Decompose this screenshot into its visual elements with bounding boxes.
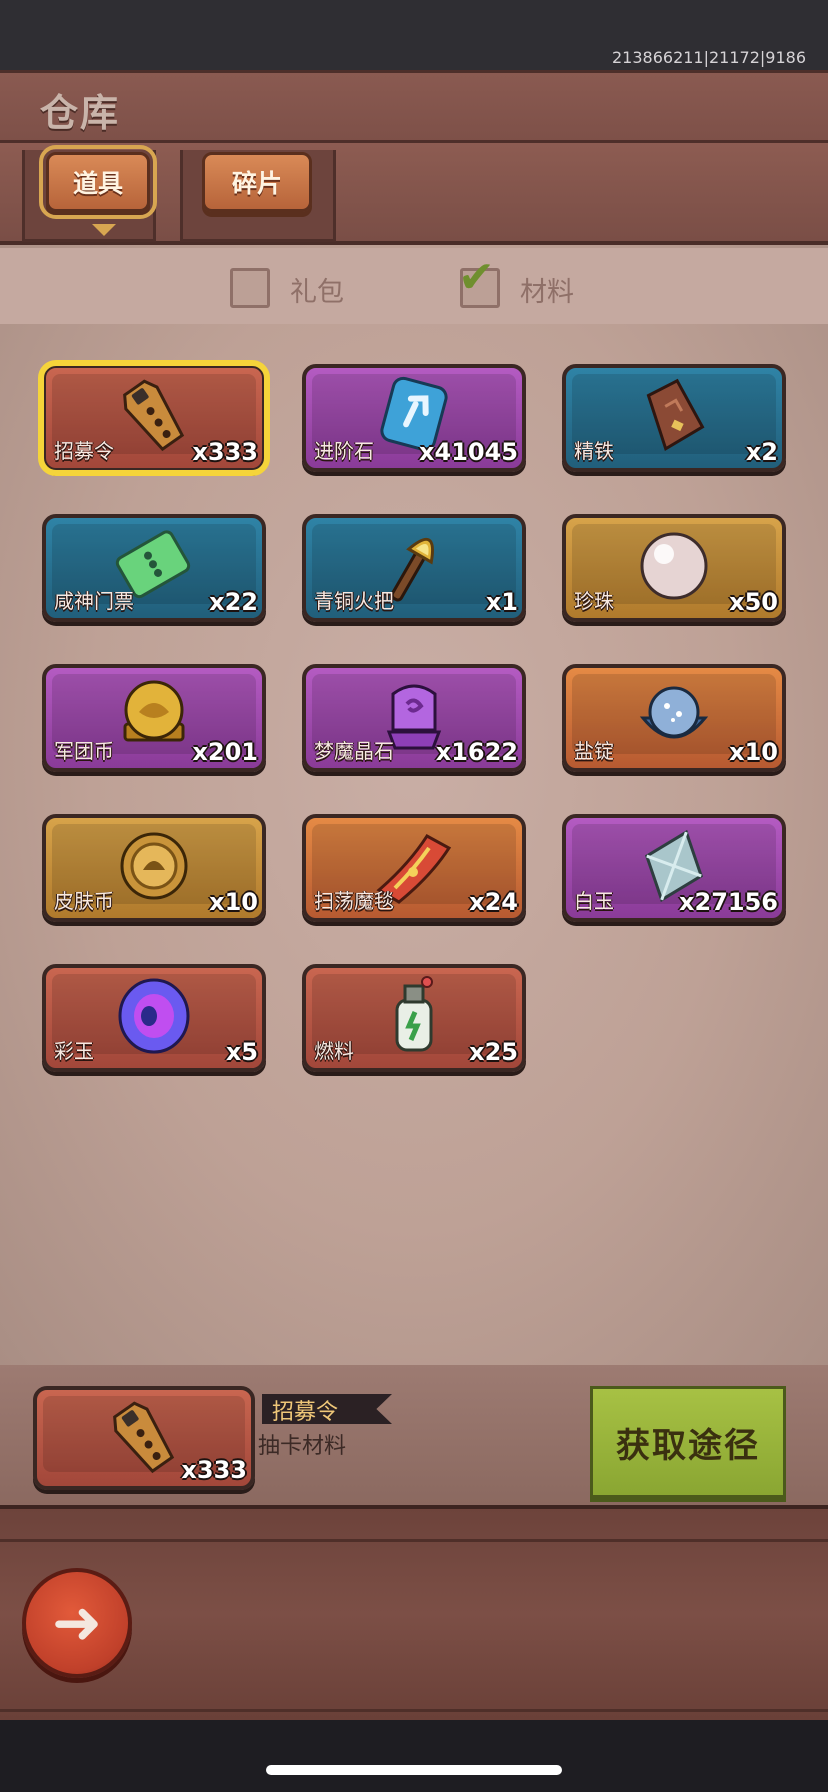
item-count: x201 xyxy=(192,738,258,766)
item-card[interactable]: 皮肤币 x10 xyxy=(42,814,266,922)
fuel-bottle-icon xyxy=(395,976,433,1052)
filter-bar xyxy=(0,248,828,324)
item-card[interactable]: 彩玉 x5 xyxy=(42,964,266,1072)
tab-pointer xyxy=(92,224,116,236)
item-card[interactable]: 珍珠 x50 xyxy=(562,514,786,622)
selected-item-name: 招募令 xyxy=(272,1400,339,1425)
item-count: x41045 xyxy=(419,438,518,466)
item-count: x1 xyxy=(485,588,518,616)
item-name: 青铜火把 xyxy=(314,589,394,613)
item-name: 白玉 xyxy=(574,889,614,913)
tab-items[interactable]: 道具 xyxy=(39,145,157,219)
skin-coin-icon xyxy=(120,832,188,900)
item-count: x25 xyxy=(469,1038,518,1066)
back-arrow-icon: ➜ xyxy=(51,1588,103,1658)
item-name: 军团币 xyxy=(54,739,114,763)
plank-line xyxy=(0,1539,828,1542)
item-name: 燃料 xyxy=(314,1039,354,1063)
coffin-token-icon xyxy=(123,379,185,452)
back-button[interactable]: ➜ xyxy=(22,1568,132,1678)
selected-item-card: x333 xyxy=(33,1386,255,1490)
selected-item-count: x333 xyxy=(181,1456,247,1484)
check-icon: ✔ xyxy=(458,252,495,303)
home-indicator[interactable] xyxy=(266,1765,562,1775)
item-count: x2 xyxy=(745,438,778,466)
item-card[interactable]: 进阶石 x41045 xyxy=(302,364,526,472)
legion-coin-icon xyxy=(123,680,185,742)
item-card[interactable]: 军团币 x201 xyxy=(42,664,266,772)
item-name: 扫荡魔毯 xyxy=(314,889,394,913)
item-name: 盐锭 xyxy=(574,739,614,763)
item-card[interactable]: 招募令 x333 xyxy=(38,360,270,476)
bottom-strip xyxy=(0,1720,828,1792)
get-source-button[interactable]: 获取途径 xyxy=(590,1386,786,1498)
item-name: 彩玉 xyxy=(54,1039,94,1063)
coffin-token-icon xyxy=(113,1401,175,1474)
item-count: x10 xyxy=(209,888,258,916)
item-count: x27156 xyxy=(679,888,778,916)
iron-ingot-icon xyxy=(646,378,705,452)
item-card[interactable]: 咸神门票 x22 xyxy=(42,514,266,622)
item-name: 招募令 xyxy=(54,439,114,463)
filter-gift-checkbox[interactable] xyxy=(230,268,270,308)
item-count: x10 xyxy=(729,738,778,766)
item-name: 珍珠 xyxy=(574,589,614,613)
page-title: 仓库 xyxy=(40,91,121,135)
item-card[interactable]: 燃料 x25 xyxy=(302,964,526,1072)
item-count: x1622 xyxy=(435,738,518,766)
plank-line xyxy=(0,1709,828,1712)
filter-gift-label[interactable]: 礼包 xyxy=(290,270,344,309)
item-count: x50 xyxy=(729,588,778,616)
item-name: 皮肤币 xyxy=(54,889,114,913)
item-count: x5 xyxy=(225,1038,258,1066)
item-card[interactable]: 白玉 x27156 xyxy=(562,814,786,922)
pearl-icon xyxy=(640,532,708,600)
item-count: x333 xyxy=(192,438,258,466)
debug-id: 213866211|21172|9186 xyxy=(611,48,806,67)
item-count: x22 xyxy=(209,588,258,616)
item-name: 精铁 xyxy=(574,439,614,463)
item-name: 咸神门票 xyxy=(54,589,134,613)
header xyxy=(0,70,828,150)
item-card[interactable]: 扫荡魔毯 x24 xyxy=(302,814,526,922)
item-name: 梦魔晶石 xyxy=(314,739,394,763)
rainbow-jade-icon xyxy=(118,978,190,1054)
selected-item-desc: 抽卡材料 xyxy=(258,1434,347,1459)
item-card[interactable]: 梦魔晶石 x1622 xyxy=(302,664,526,772)
item-name: 进阶石 xyxy=(314,439,374,463)
item-card[interactable]: 盐锭 x10 xyxy=(562,664,786,772)
tab-fragments[interactable]: 碎片 xyxy=(202,152,312,212)
salt-ingot-icon xyxy=(639,686,709,739)
filter-material-label[interactable]: 材料 xyxy=(520,270,574,309)
item-count: x24 xyxy=(469,888,518,916)
item-card[interactable]: 精铁 x2 xyxy=(562,364,786,472)
item-card[interactable]: 青铜火把 x1 xyxy=(302,514,526,622)
